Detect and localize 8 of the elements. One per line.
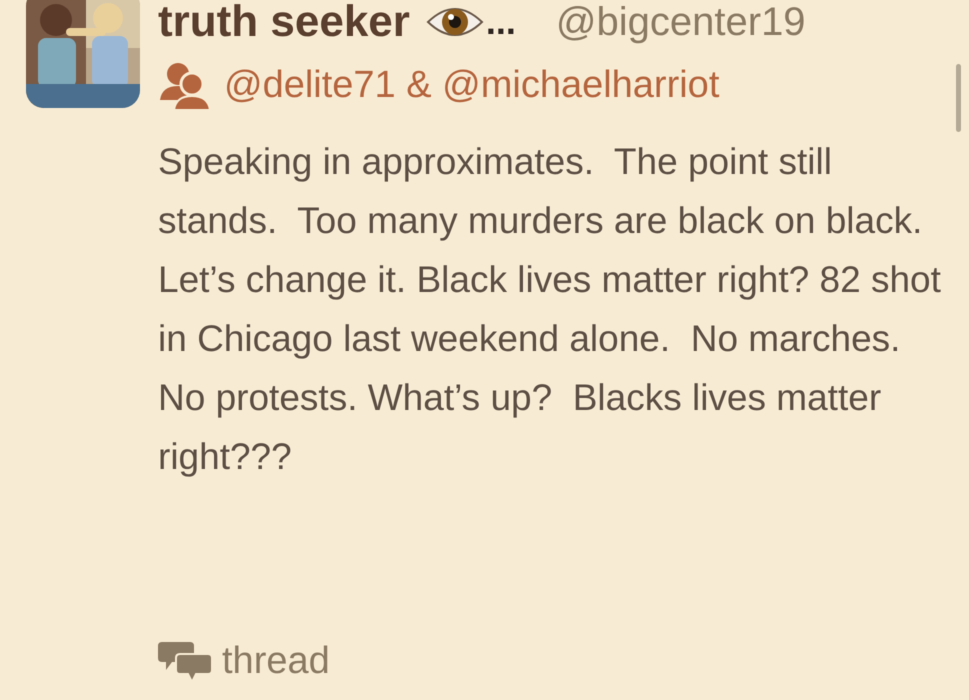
user-handle: @bigcenter19 [556,0,806,46]
scroll-bar[interactable] [956,64,961,132]
post-text: Speaking in approximates. The point still stands. Too many murders are black on black. Let’s change it. Black lives matter right? 82 shot in Chicago last weekend alone. No marches. No protests. What’s up? Blacks lives matter right??? [158,140,942,479]
mentioned-users[interactable]: @delite71 & @michaelharriot [224,60,720,110]
thread-link[interactable]: thread [158,636,330,686]
people-icon [158,60,212,110]
display-name: truth seeker [158,0,410,48]
name-ellipsis: ... [486,0,516,44]
